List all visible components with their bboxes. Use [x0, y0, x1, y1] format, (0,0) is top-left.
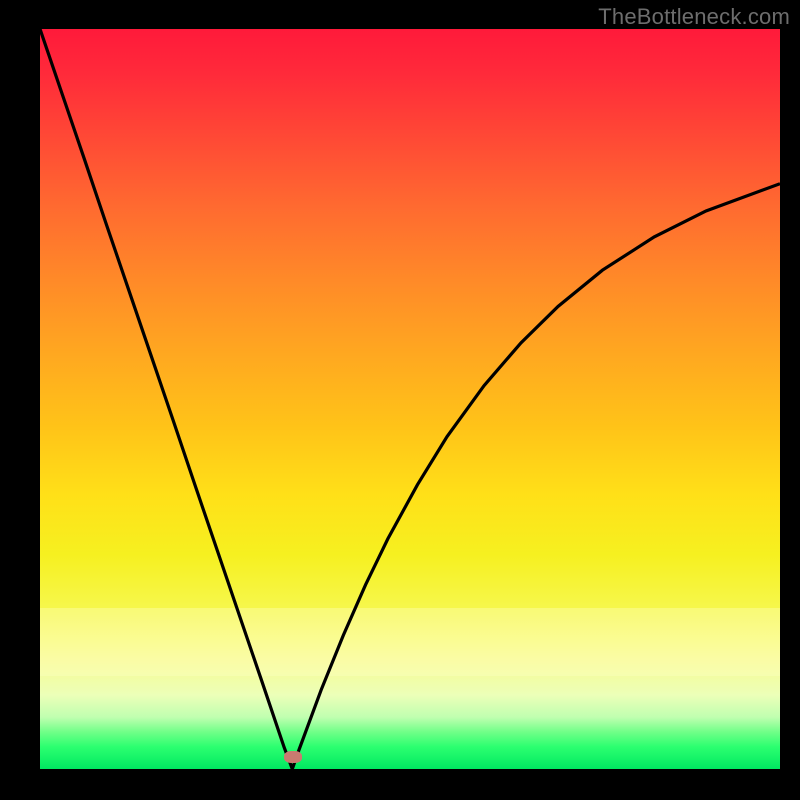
minimum-marker	[284, 751, 302, 763]
bottleneck-curve	[40, 29, 780, 769]
curve-path	[40, 29, 780, 769]
chart-frame: TheBottleneck.com	[0, 0, 800, 800]
watermark-text: TheBottleneck.com	[598, 4, 790, 30]
